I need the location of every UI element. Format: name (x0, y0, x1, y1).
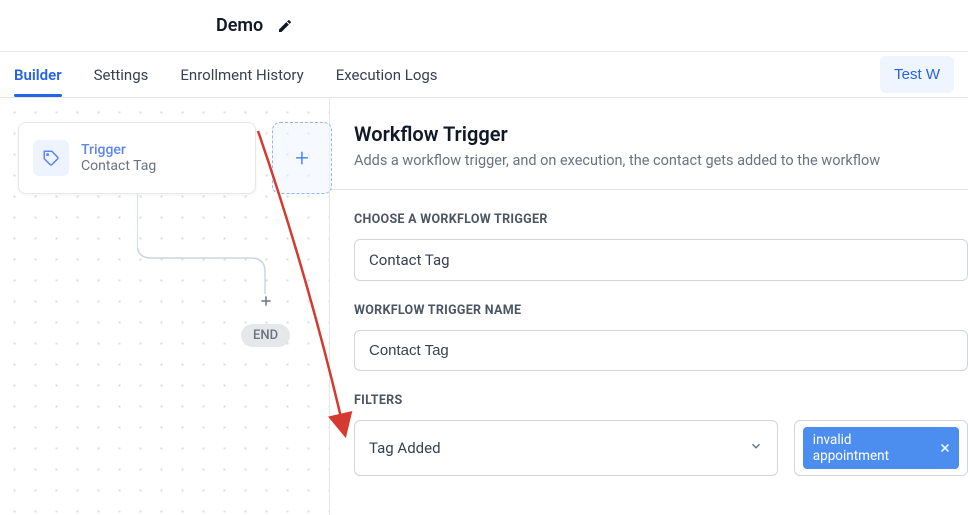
filter-value-select[interactable]: invalid appointment (794, 420, 968, 476)
trigger-sublabel: Contact Tag (81, 158, 156, 174)
add-trigger-button[interactable]: + (272, 122, 332, 194)
trigger-card[interactable]: Trigger Contact Tag (18, 122, 256, 194)
test-workflow-button[interactable]: Test W (880, 56, 954, 93)
choose-trigger-label: CHOOSE A WORKFLOW TRIGGER (354, 212, 968, 227)
pencil-icon[interactable] (277, 18, 293, 34)
chevron-down-icon (749, 439, 763, 457)
tab-settings[interactable]: Settings (94, 54, 149, 96)
filter-chip-label: invalid appointment (813, 432, 931, 464)
filter-type-select[interactable]: Tag Added (354, 420, 778, 476)
tag-icon (33, 140, 69, 176)
trigger-panel: Workflow Trigger Adds a workflow trigger… (329, 98, 968, 515)
workflow-canvas[interactable]: Trigger Contact Tag + END (0, 98, 329, 515)
trigger-name-label: WORKFLOW TRIGGER NAME (354, 303, 968, 318)
panel-description: Adds a workflow trigger, and on executio… (354, 152, 968, 169)
connector-line (137, 194, 297, 304)
tab-execution-logs[interactable]: Execution Logs (336, 54, 438, 96)
page-title: Demo (216, 15, 263, 36)
panel-title: Workflow Trigger (354, 122, 968, 146)
close-icon[interactable] (939, 442, 951, 454)
add-step-button[interactable] (259, 294, 273, 308)
plus-icon: + (295, 144, 309, 172)
filter-chip: invalid appointment (803, 427, 959, 469)
tab-enrollment-history[interactable]: Enrollment History (180, 54, 303, 96)
choose-trigger-select[interactable]: Contact Tag (354, 239, 968, 281)
tab-builder[interactable]: Builder (14, 54, 62, 96)
end-badge: END (241, 324, 290, 347)
filters-label: FILTERS (354, 393, 968, 408)
filter-type-value: Tag Added (369, 439, 441, 457)
choose-trigger-value: Contact Tag (369, 251, 450, 269)
trigger-label: Trigger (81, 142, 156, 158)
trigger-name-input[interactable] (354, 330, 968, 371)
